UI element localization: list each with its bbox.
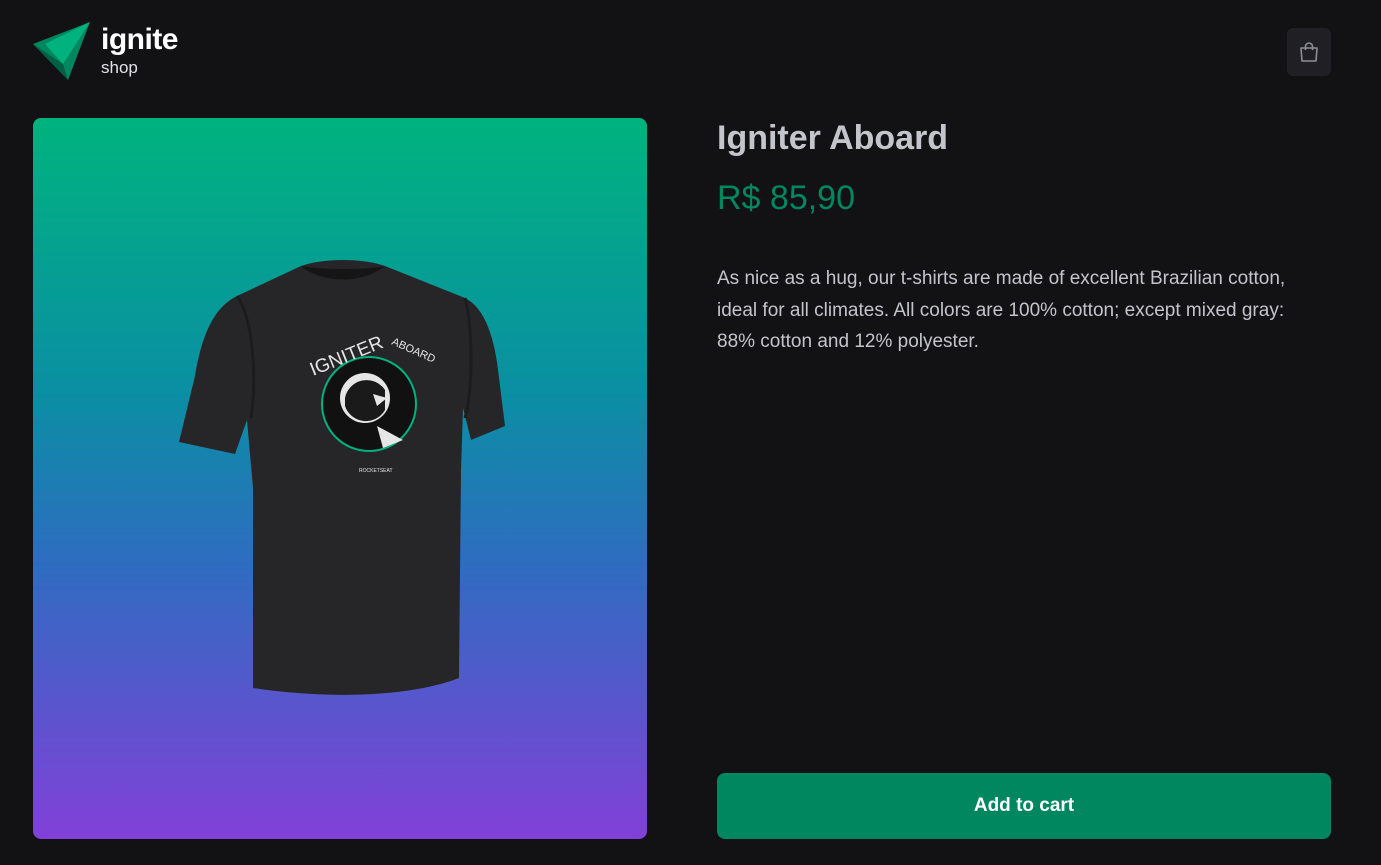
product-details: Igniter Aboard R$ 85,90 As nice as a hug… — [717, 118, 1331, 839]
product-title: Igniter Aboard — [717, 119, 949, 157]
shopping-bag-icon — [1300, 42, 1318, 62]
add-to-cart-button[interactable]: Add to cart — [717, 773, 1331, 839]
triangle-logo-icon — [33, 22, 90, 80]
print-brand: ROCKETSEAT — [359, 468, 393, 474]
tshirt-image: IGNITER ABOARD ROCKETSEAT — [179, 260, 505, 695]
header: ignite shop — [33, 20, 1331, 80]
brand-subtitle: shop — [101, 58, 138, 77]
product-price: R$ 85,90 — [717, 179, 855, 217]
brand-logo[interactable]: ignite shop — [33, 20, 193, 80]
product-description: As nice as a hug, our t-shirts are made … — [717, 268, 1286, 352]
product-image-panel: IGNITER ABOARD ROCKETSEAT — [33, 118, 647, 839]
cart-button[interactable] — [1287, 28, 1331, 76]
brand-name: ignite — [101, 23, 179, 56]
